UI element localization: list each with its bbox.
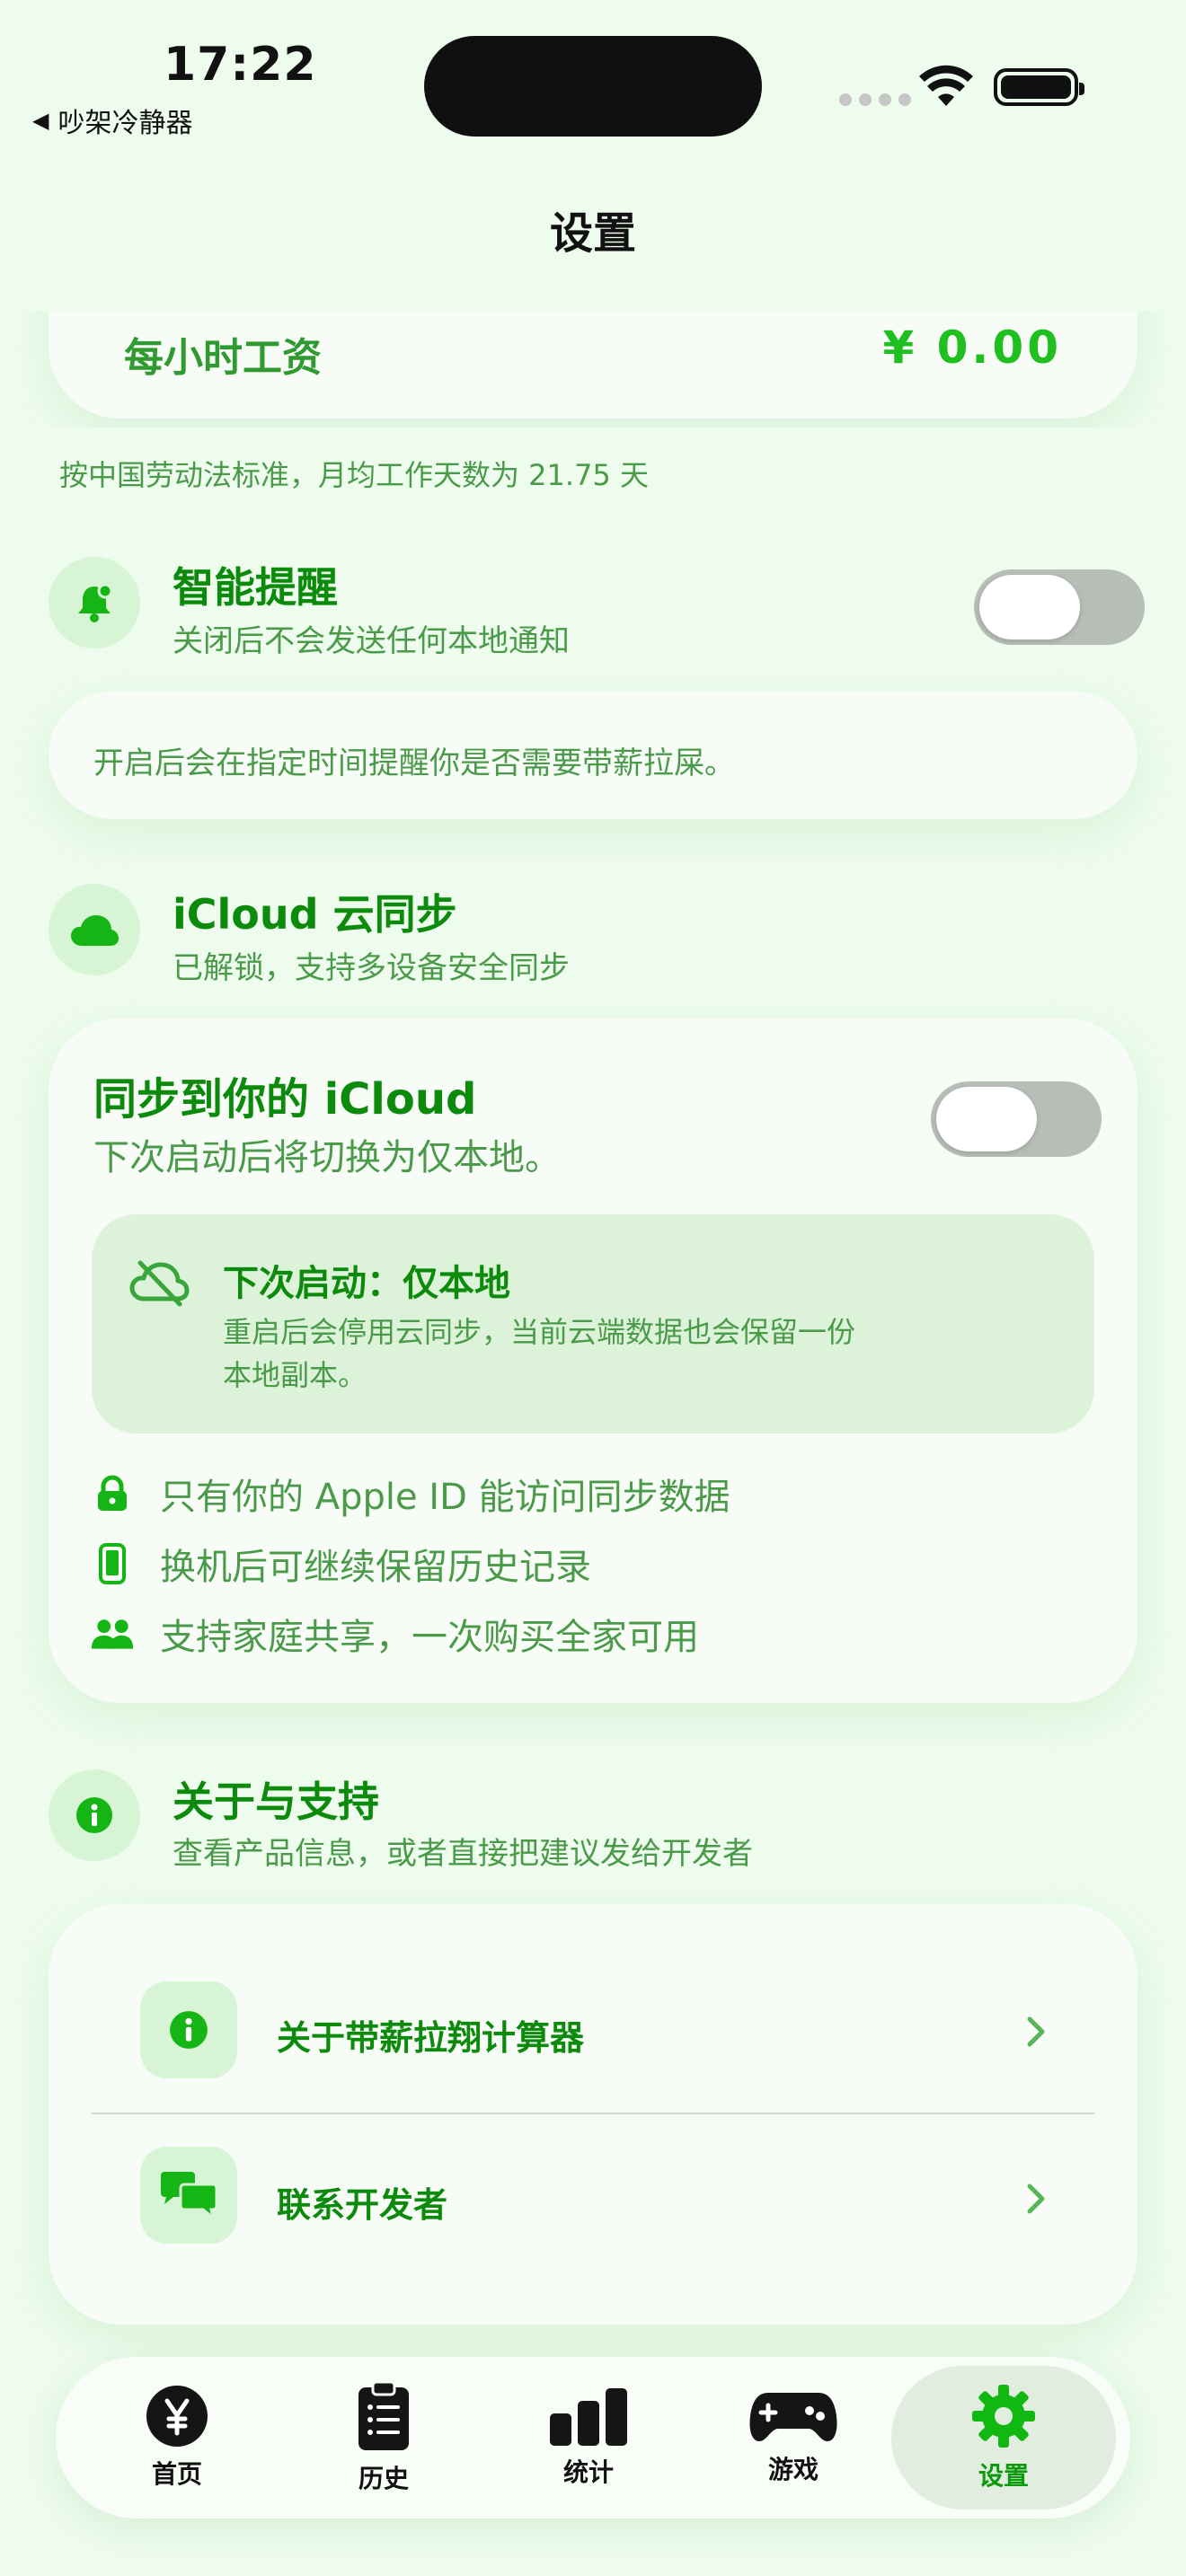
about-subtitle: 查看产品信息，或者直接把建议发给开发者 [173,1836,753,1872]
cellular-signal-icon [839,93,911,106]
wage-note: 按中国劳动法标准，月均工作天数为 21.75 天 [59,458,649,492]
icloud-section-icon-wrap [49,884,140,975]
tab-label: 历史 [358,2464,409,2493]
about-card: 关于带薪拉翔计算器 联系开发者 [49,1904,1137,2325]
reminder-subtitle: 关闭后不会发送任何本地通知 [173,623,570,659]
back-to-app-link[interactable]: ◀ 吵架冷静器 [32,101,192,140]
info-icon [170,2011,208,2049]
about-title: 关于与支持 [173,1778,379,1826]
tab-games[interactable]: 游戏 [690,2357,897,2519]
icloud-card: 同步到你的 iCloud 下次启动后将切换为仅本地。 下次启动：仅本地 重启后会… [49,1019,1137,1703]
about-section-icon-wrap [49,1769,140,1861]
tab-settings[interactable]: 设置 [891,2366,1116,2510]
feature-text: 只有你的 Apple ID 能访问同步数据 [160,1477,730,1518]
contact-row-icon-wrap [140,2147,237,2244]
bar-chart-icon [550,2388,627,2446]
clipboard-list-icon [358,2380,409,2450]
tab-home[interactable]: 首页 [74,2357,280,2519]
icloud-subtitle: 已解锁，支持多设备安全同步 [173,950,570,986]
family-icon [90,1611,135,1656]
status-time: 17:22 [164,38,317,92]
tab-label: 游戏 [767,2455,819,2484]
back-triangle-icon: ◀ [32,108,49,133]
back-app-label: 吵架冷静器 [58,108,193,139]
icloud-title: iCloud 云同步 [173,890,457,939]
next-launch-notice: 下次启动：仅本地 重启后会停用云同步，当前云端数据也会保留一份 本地副本。 [92,1214,1094,1434]
tab-label: 统计 [562,2457,614,2487]
sync-subtitle: 下次启动后将切换为仅本地。 [93,1137,561,1178]
chat-bubbles-icon [161,2172,218,2220]
feature-text: 支持家庭共享，一次购买全家可用 [160,1617,699,1658]
feature-text: 换机后可继续保留历史记录 [160,1547,591,1588]
contact-developer-row[interactable]: 联系开发者 [49,2114,1137,2325]
tab-label: 设置 [978,2461,1029,2491]
icloud-sync-toggle[interactable] [931,1081,1102,1157]
notice-body-line2: 本地副本。 [223,1358,367,1392]
wage-card: 每小时工资 ¥ 0.00 [49,311,1137,419]
notice-title: 下次启动：仅本地 [223,1263,510,1304]
contact-row-label: 联系开发者 [277,2185,448,2225]
bell-icon [78,583,113,622]
sync-title: 同步到你的 iCloud [93,1074,477,1125]
notice-body-line1: 重启后会停用云同步，当前云端数据也会保留一份 [223,1315,856,1349]
chevron-right-icon [1027,2016,1045,2047]
about-row-product[interactable]: 关于带薪拉翔计算器 [49,1904,1137,2113]
reminder-toggle[interactable] [974,569,1145,645]
phone-icon [90,1541,135,1586]
gamepad-icon [749,2393,837,2441]
wage-value: ¥ 0.00 [882,322,1062,374]
wage-card-clip: 每小时工资 ¥ 0.00 [0,311,1186,428]
reminder-title: 智能提醒 [173,563,338,612]
page-title: 设置 [549,208,636,259]
yen-icon [146,2386,208,2447]
tab-stats[interactable]: 统计 [485,2357,692,2519]
tab-label: 首页 [151,2459,202,2489]
dynamic-island [424,36,762,137]
about-row-label: 关于带薪拉翔计算器 [277,2018,585,2058]
cloud-slash-icon [129,1260,190,1307]
feature-family: 支持家庭共享，一次购买全家可用 [90,1608,699,1660]
feature-apple-id: 只有你的 Apple ID 能访问同步数据 [90,1468,730,1520]
wifi-icon [919,65,973,106]
gear-icon [972,2385,1035,2448]
lock-icon [90,1471,135,1516]
chevron-right-icon [1027,2183,1045,2214]
wage-label: 每小时工资 [124,335,322,381]
battery-icon [994,68,1084,106]
cloud-icon [71,915,119,946]
info-icon [76,1797,112,1833]
reminder-info-text: 开启后会在指定时间提醒你是否需要带薪拉屎。 [93,745,735,781]
tab-bar: 首页 历史 统计 游戏 设置 [56,2357,1130,2519]
reminder-section-icon-wrap [49,557,140,648]
reminder-info-card: 开启后会在指定时间提醒你是否需要带薪拉屎。 [49,692,1137,819]
feature-history: 换机后可继续保留历史记录 [90,1538,591,1590]
tab-history[interactable]: 历史 [280,2357,487,2519]
about-row-icon-wrap [140,1981,237,2078]
